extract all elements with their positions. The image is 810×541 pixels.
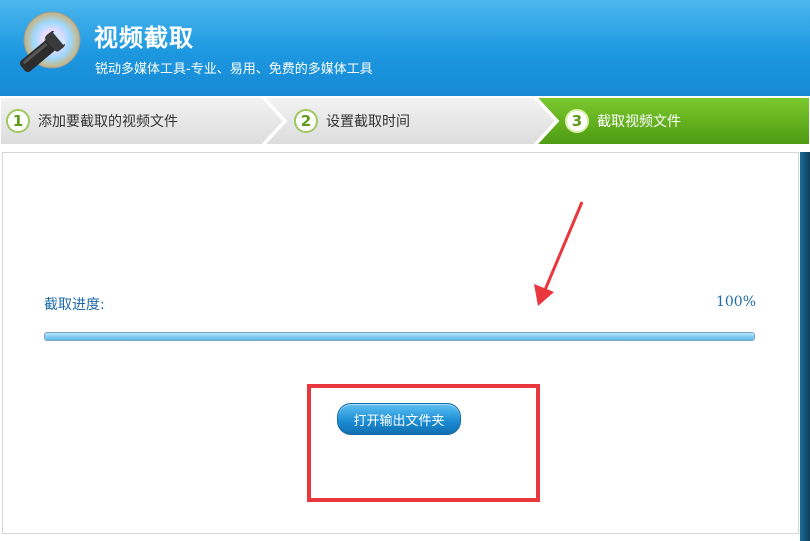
step-1: 1 添加要截取的视频文件 (6, 97, 178, 145)
step-1-number: 1 (6, 109, 30, 133)
step-indicator-bar: 1 添加要截取的视频文件 2 设置截取时间 3 截取视频文件 (0, 97, 810, 145)
progress-bar-fill (45, 333, 754, 340)
step-2-label: 设置截取时间 (326, 114, 410, 130)
step-1-label: 添加要截取的视频文件 (38, 114, 178, 130)
red-annotation-arrow-icon (528, 198, 588, 314)
app-subtitle: 锐动多媒体工具-专业、易用、免费的多媒体工具 (95, 62, 373, 77)
app-header: 视频截取 锐动多媒体工具-专业、易用、免费的多媒体工具 (0, 0, 810, 96)
step-2: 2 设置截取时间 (294, 97, 410, 145)
progress-label: 截取进度: (44, 297, 105, 313)
app-title: 视频截取 (94, 24, 194, 52)
step-3-label: 截取视频文件 (597, 114, 681, 130)
step-3-active: 3 截取视频文件 (565, 97, 681, 145)
step-2-number: 2 (294, 109, 318, 133)
progress-bar (44, 332, 755, 341)
red-annotation-box (307, 384, 540, 502)
disc-flashlight-logo-icon (8, 10, 88, 82)
step-3-number: 3 (565, 109, 589, 133)
progress-percent: 100% (715, 294, 756, 310)
background-window-edge (800, 152, 810, 541)
